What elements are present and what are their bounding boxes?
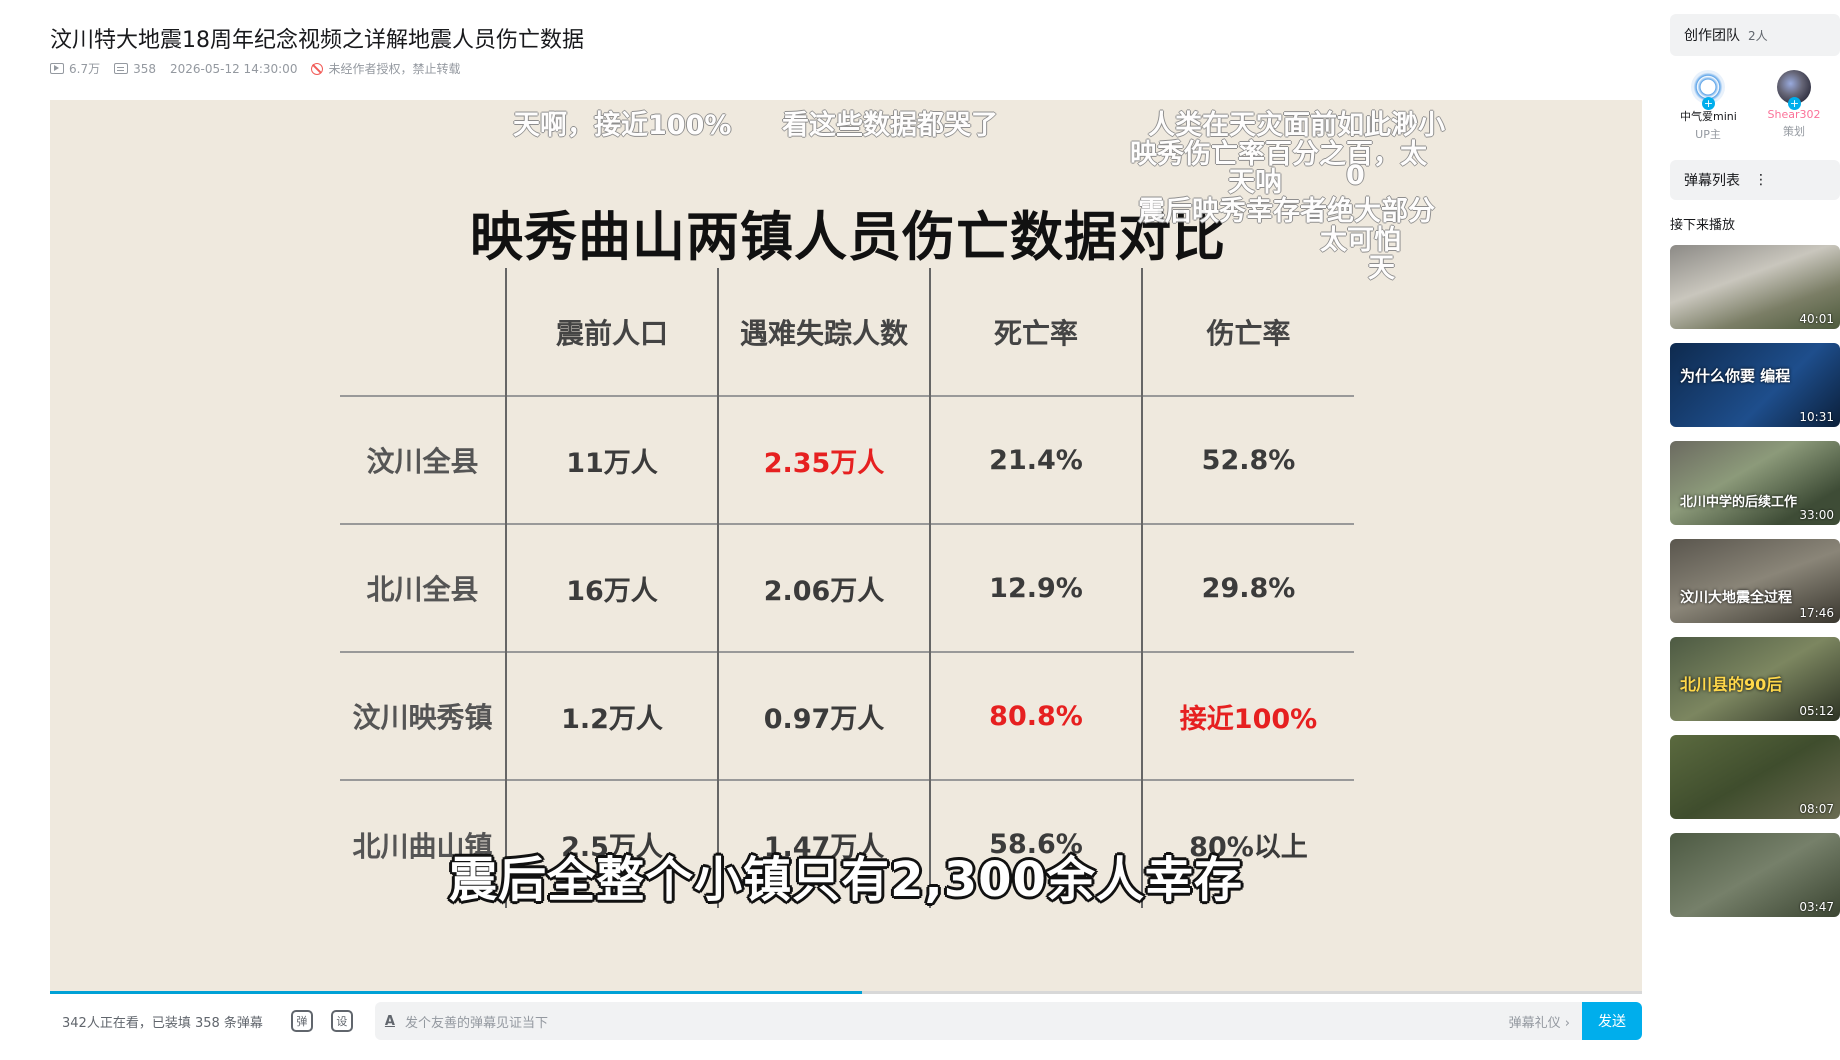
table-header-cell: 死亡率 xyxy=(929,268,1142,396)
danmaku-count: 358 xyxy=(133,61,156,76)
follow-plus-icon[interactable]: + xyxy=(1702,97,1715,110)
thumbnail-duration: 03:47 xyxy=(1799,900,1834,914)
danmaku-input-placeholder[interactable]: 发个友善的弹幕见证当下 xyxy=(405,1012,1509,1031)
slide-title: 映秀曲山两镇人员伤亡数据对比 xyxy=(470,207,1226,268)
table-cell: 11万人 xyxy=(505,396,718,524)
creator-team-count: 2人 xyxy=(1748,28,1768,43)
thumbnail-duration: 08:07 xyxy=(1799,802,1834,816)
video-thumbnail[interactable]: 北川县的90后 05:12 xyxy=(1670,637,1840,721)
thumbnail-caption: 汶川大地震全过程 xyxy=(1680,590,1792,606)
text-style-icon[interactable]: A xyxy=(385,1014,395,1029)
up-next-label: 接下来播放 xyxy=(1670,218,1736,233)
row-label: 汶川映秀镇 xyxy=(352,701,493,734)
table-cell: 1.2万人 xyxy=(505,652,718,780)
table-cell: 12.9% xyxy=(929,524,1142,652)
creator-team-label: 创作团队 xyxy=(1684,28,1740,44)
send-button[interactable]: 发送 xyxy=(1582,1002,1642,1040)
table-row: 汶川全县 11万人 2.35万人 21.4% 52.8% xyxy=(340,396,1354,524)
row-label: 汶川全县 xyxy=(366,445,479,478)
table-header-cell: 遇难失踪人数 xyxy=(717,268,930,396)
danmaku-count-icon xyxy=(114,63,129,74)
table-cell-highlight: 接近100% xyxy=(1141,652,1354,780)
video-subtitle: 震后全整个小镇只有2,300余人幸存 xyxy=(449,852,1243,908)
table-row: 汶川映秀镇 1.2万人 0.97万人 80.8% 接近100% xyxy=(340,652,1354,780)
creator-member[interactable]: + 中气爱mini UP主 xyxy=(1680,70,1737,142)
thumbnail-duration: 33:00 xyxy=(1799,508,1834,522)
table-header-cell: 伤亡率 xyxy=(1141,268,1354,396)
avatar[interactable]: + xyxy=(1777,70,1811,110)
sidebar: 创作团队 2人 + 中气爱mini UP主 + Shear302 策划 弹幕列表… xyxy=(1670,14,1840,917)
casualty-table: 震前人口 遇难失踪人数 死亡率 伤亡率 汶川全县 11万人 2.35万人 21.… xyxy=(340,268,1354,908)
thumbnail-caption: 为什么你要 编程 xyxy=(1680,367,1791,385)
danmaku-comment: 天 xyxy=(1368,253,1395,284)
video-thumbnail[interactable]: 汶川大地震全过程 17:46 xyxy=(1670,539,1840,623)
member-name[interactable]: 中气爱mini xyxy=(1680,108,1737,124)
danmaku-settings-icon[interactable]: 设 xyxy=(330,1010,353,1032)
row-label: 北川全县 xyxy=(366,573,479,606)
follow-plus-icon[interactable]: + xyxy=(1788,97,1801,110)
danmaku-comment: 看这些数据都哭了 xyxy=(782,110,998,141)
thumbnail-duration: 17:46 xyxy=(1799,606,1834,620)
creator-team-header: 创作团队 2人 xyxy=(1670,14,1840,56)
more-icon[interactable]: ⋮ xyxy=(1754,172,1768,188)
video-thumbnail[interactable]: 03:47 xyxy=(1670,833,1840,917)
member-role: 策划 xyxy=(1783,125,1805,138)
thumbnail-caption: 北川中学的后续工作 xyxy=(1680,495,1798,510)
viewer-count: 342人正在看，已装填 358 条弹幕 xyxy=(62,1015,263,1031)
up-next-list: 40:01 为什么你要 编程 10:31 北川中学的后续工作 33:00 汶川大地震… xyxy=(1670,245,1840,917)
video-thumbnail[interactable]: 08:07 xyxy=(1670,735,1840,819)
danmaku-input[interactable]: A 发个友善的弹幕见证当下 弹幕礼仪 › 发送 xyxy=(374,1002,1642,1040)
danmaku-toggle-icon[interactable]: 弹 xyxy=(290,1010,313,1032)
video-thumbnail[interactable]: 为什么你要 编程 10:31 xyxy=(1670,343,1840,427)
video-thumbnail[interactable]: 北川中学的后续工作 33:00 xyxy=(1670,441,1840,525)
table-cell: 52.8% xyxy=(1141,396,1354,524)
table-cell-highlight: 2.35万人 xyxy=(717,396,930,524)
avatar[interactable]: + xyxy=(1691,70,1725,110)
table-header-cell xyxy=(340,268,506,396)
creator-member[interactable]: + Shear302 策划 xyxy=(1766,70,1822,142)
thumbnail-duration: 40:01 xyxy=(1799,312,1834,326)
video-meta: 6.7万 358 2026-05-12 14:30:00 未经作者授权，禁止转载 xyxy=(50,60,460,77)
danmaku-comment: 天啊，接近100% xyxy=(513,110,732,141)
danmaku-comment: 0 xyxy=(1346,160,1365,191)
progress-bar[interactable] xyxy=(50,991,1642,994)
table-cell: 2.06万人 xyxy=(717,524,930,652)
table-cell: 21.4% xyxy=(929,396,1142,524)
video-player[interactable]: 映秀曲山两镇人员伤亡数据对比 震前人口 遇难失踪人数 死亡率 伤亡率 汶川全县 … xyxy=(50,100,1642,994)
copyright-notice: 未经作者授权，禁止转载 xyxy=(328,62,461,76)
thumbnail-duration: 05:12 xyxy=(1799,704,1834,718)
danmaku-etiquette-link[interactable]: 弹幕礼仪 › xyxy=(1509,1012,1570,1031)
table-row: 北川全县 16万人 2.06万人 12.9% 29.8% xyxy=(340,524,1354,652)
play-count-icon xyxy=(50,63,64,74)
video-title: 汶川特大地震18周年纪念视频之详解地震人员伤亡数据 xyxy=(50,28,584,53)
view-count: 6.7万 xyxy=(69,62,101,76)
no-repost-icon xyxy=(311,62,324,75)
danmaku-list-header[interactable]: 弹幕列表 ⋮ xyxy=(1670,160,1840,200)
table-cell: 16万人 xyxy=(505,524,718,652)
danmaku-bar: 342人正在看，已装填 358 条弹幕 弹 设 A 发个友善的弹幕见证当下 弹幕… xyxy=(50,996,1642,1046)
table-cell: 29.8% xyxy=(1141,524,1354,652)
table-cell-highlight: 80.8% xyxy=(929,652,1142,780)
table-header-row: 震前人口 遇难失踪人数 死亡率 伤亡率 xyxy=(340,268,1354,396)
table-header-cell: 震前人口 xyxy=(505,268,718,396)
danmaku-list-label[interactable]: 弹幕列表 xyxy=(1684,170,1740,190)
table-cell: 0.97万人 xyxy=(717,652,930,780)
member-role: UP主 xyxy=(1695,128,1721,141)
creator-members: + 中气爱mini UP主 + Shear302 策划 xyxy=(1670,70,1840,142)
thumbnail-caption: 北川县的90后 xyxy=(1680,675,1783,694)
thumbnail-duration: 10:31 xyxy=(1799,410,1834,424)
video-page: 汶川特大地震18周年纪念视频之详解地震人员伤亡数据 6.7万 358 2026-… xyxy=(0,0,1840,1060)
video-thumbnail[interactable]: 40:01 xyxy=(1670,245,1840,329)
progress-fill xyxy=(50,991,862,994)
publish-time: 2026-05-12 14:30:00 xyxy=(170,61,298,76)
